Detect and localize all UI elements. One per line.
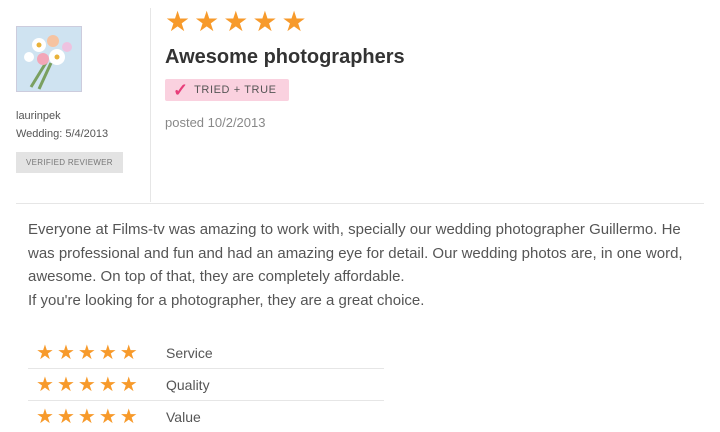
rating-label: Service [166, 344, 213, 361]
overall-star-rating: ★ ★ ★ ★ ★ [165, 8, 405, 36]
reviewer-name[interactable]: laurinpek [16, 110, 146, 122]
star-icon: ★ [194, 6, 220, 37]
star-icon: ★ [77, 405, 96, 428]
star-icon: ★ [56, 405, 75, 428]
rating-label: Quality [166, 376, 210, 393]
star-icon: ★ [98, 405, 117, 428]
reviewer-panel: laurinpek Wedding: 5/4/2013 VERIFIED REV… [16, 26, 146, 173]
star-icon: ★ [98, 341, 117, 364]
star-icon: ★ [119, 373, 138, 396]
star-icon: ★ [56, 373, 75, 396]
star-icon: ★ [252, 6, 278, 37]
review-paragraph: If you're looking for a photographer, th… [28, 291, 425, 309]
rating-label: Value [166, 408, 201, 425]
star-icon: ★ [223, 6, 249, 37]
star-icon: ★ [119, 341, 138, 364]
quality-stars: ★ ★ ★ ★ ★ [36, 375, 166, 395]
review-paragraph: Everyone at Films-tv was amazing to work… [28, 221, 683, 285]
star-icon: ★ [36, 341, 54, 364]
wedding-date: Wedding: 5/4/2013 [16, 128, 109, 140]
star-icon: ★ [119, 405, 138, 428]
star-icon: ★ [56, 341, 75, 364]
star-icon: ★ [36, 405, 54, 428]
tried-true-badge: ✓ TRIED + TRUE [165, 79, 289, 101]
star-icon: ★ [98, 373, 117, 396]
star-icon: ★ [77, 341, 96, 364]
verified-reviewer-badge: VERIFIED REVIEWER [16, 152, 123, 173]
review-header: ★ ★ ★ ★ ★ Awesome photographers ✓ TRIED … [165, 8, 405, 130]
star-icon: ★ [165, 6, 191, 37]
rating-row-service: ★ ★ ★ ★ ★ Service [28, 337, 384, 369]
service-stars: ★ ★ ★ ★ ★ [36, 343, 166, 363]
category-ratings: ★ ★ ★ ★ ★ Service ★ ★ ★ ★ ★ Quality ★ ★ … [28, 337, 384, 432]
checkmark-icon: ✓ [173, 80, 189, 100]
vertical-divider [150, 8, 151, 202]
star-icon: ★ [281, 6, 307, 37]
star-icon: ★ [36, 373, 54, 396]
star-icon: ★ [77, 373, 96, 396]
posted-date: posted 10/2/2013 [165, 115, 266, 130]
review-body: Everyone at Films-tv was amazing to work… [28, 218, 708, 312]
rating-row-value: ★ ★ ★ ★ ★ Value [28, 401, 384, 432]
badge-label: TRIED + TRUE [194, 84, 277, 96]
review-title: Awesome photographers [165, 46, 405, 68]
avatar[interactable] [16, 26, 82, 92]
flower-bouquet-icon [17, 27, 81, 91]
value-stars: ★ ★ ★ ★ ★ [36, 407, 166, 427]
rating-row-quality: ★ ★ ★ ★ ★ Quality [28, 369, 384, 401]
horizontal-divider [16, 203, 704, 204]
